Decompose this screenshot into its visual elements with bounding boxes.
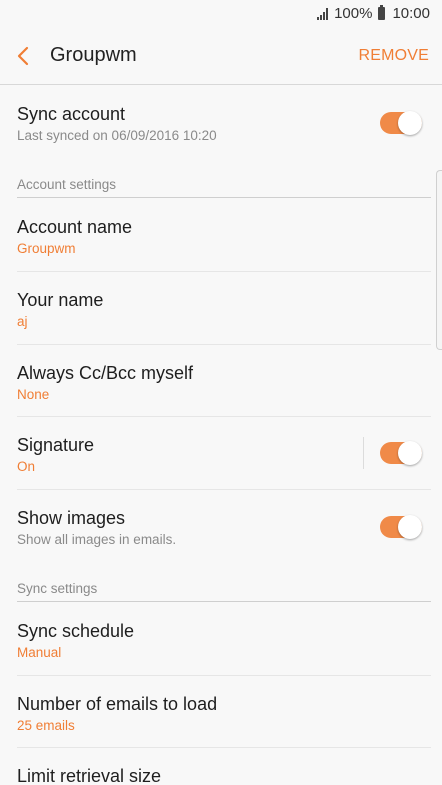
cc-bcc-value: None <box>17 387 50 402</box>
clock: 10:00 <box>392 5 430 22</box>
signal-icon <box>317 7 329 20</box>
emails-to-load-value: 25 emails <box>17 718 75 733</box>
cc-bcc-title: Always Cc/Bcc myself <box>17 363 194 383</box>
sync-account-row[interactable]: Sync account Last synced on 06/09/2016 1… <box>0 85 442 153</box>
signature-value: On <box>17 459 36 474</box>
status-indicators: 100% 10:00 <box>317 5 430 22</box>
signature-toggle[interactable] <box>380 441 422 465</box>
sync-account-subtitle: Last synced on 06/09/2016 10:20 <box>17 128 217 143</box>
remove-button[interactable]: REMOVE <box>358 47 429 65</box>
show-images-row[interactable]: Show images Show all images in emails. <box>0 490 442 562</box>
toggle-knob <box>398 441 422 465</box>
app-bar: Groupwm REMOVE <box>0 28 442 85</box>
vertical-separator <box>363 437 364 469</box>
show-images-title: Show images <box>17 508 126 528</box>
cc-bcc-row[interactable]: Always Cc/Bcc myself None <box>0 345 442 417</box>
status-bar: 100% 10:00 <box>0 0 442 28</box>
your-name-title: Your name <box>17 290 104 310</box>
limit-retrieval-title: Limit retrieval size <box>17 766 162 785</box>
your-name-row[interactable]: Your name aj <box>0 272 442 344</box>
toggle-knob <box>398 111 422 135</box>
limit-retrieval-row[interactable]: Limit retrieval size <box>0 748 442 785</box>
sync-schedule-row[interactable]: Sync schedule Manual <box>0 602 442 674</box>
show-images-subtitle: Show all images in emails. <box>17 532 177 547</box>
edge-panel-handle[interactable] <box>436 170 442 350</box>
battery-percent: 100% <box>334 5 373 22</box>
emails-to-load-title: Number of emails to load <box>17 694 218 714</box>
account-name-value: Groupwm <box>17 241 76 256</box>
signature-title: Signature <box>17 435 95 455</box>
section-sync-settings: Sync settings <box>17 581 98 596</box>
page-title: Groupwm <box>50 44 137 66</box>
section-account-settings: Account settings <box>17 177 117 192</box>
show-images-toggle[interactable] <box>380 515 422 539</box>
account-name-row[interactable]: Account name Groupwm <box>0 198 442 270</box>
signature-row[interactable]: Signature On <box>0 417 442 489</box>
emails-to-load-row[interactable]: Number of emails to load 25 emails <box>0 676 442 748</box>
back-arrow-icon[interactable] <box>12 42 38 70</box>
toggle-knob <box>398 515 422 539</box>
your-name-value: aj <box>17 314 28 329</box>
sync-schedule-value: Manual <box>17 645 62 660</box>
sync-account-toggle[interactable] <box>380 111 422 135</box>
sync-account-title: Sync account <box>17 104 126 124</box>
battery-icon <box>378 5 386 20</box>
sync-schedule-title: Sync schedule <box>17 621 135 641</box>
account-name-title: Account name <box>17 217 133 237</box>
